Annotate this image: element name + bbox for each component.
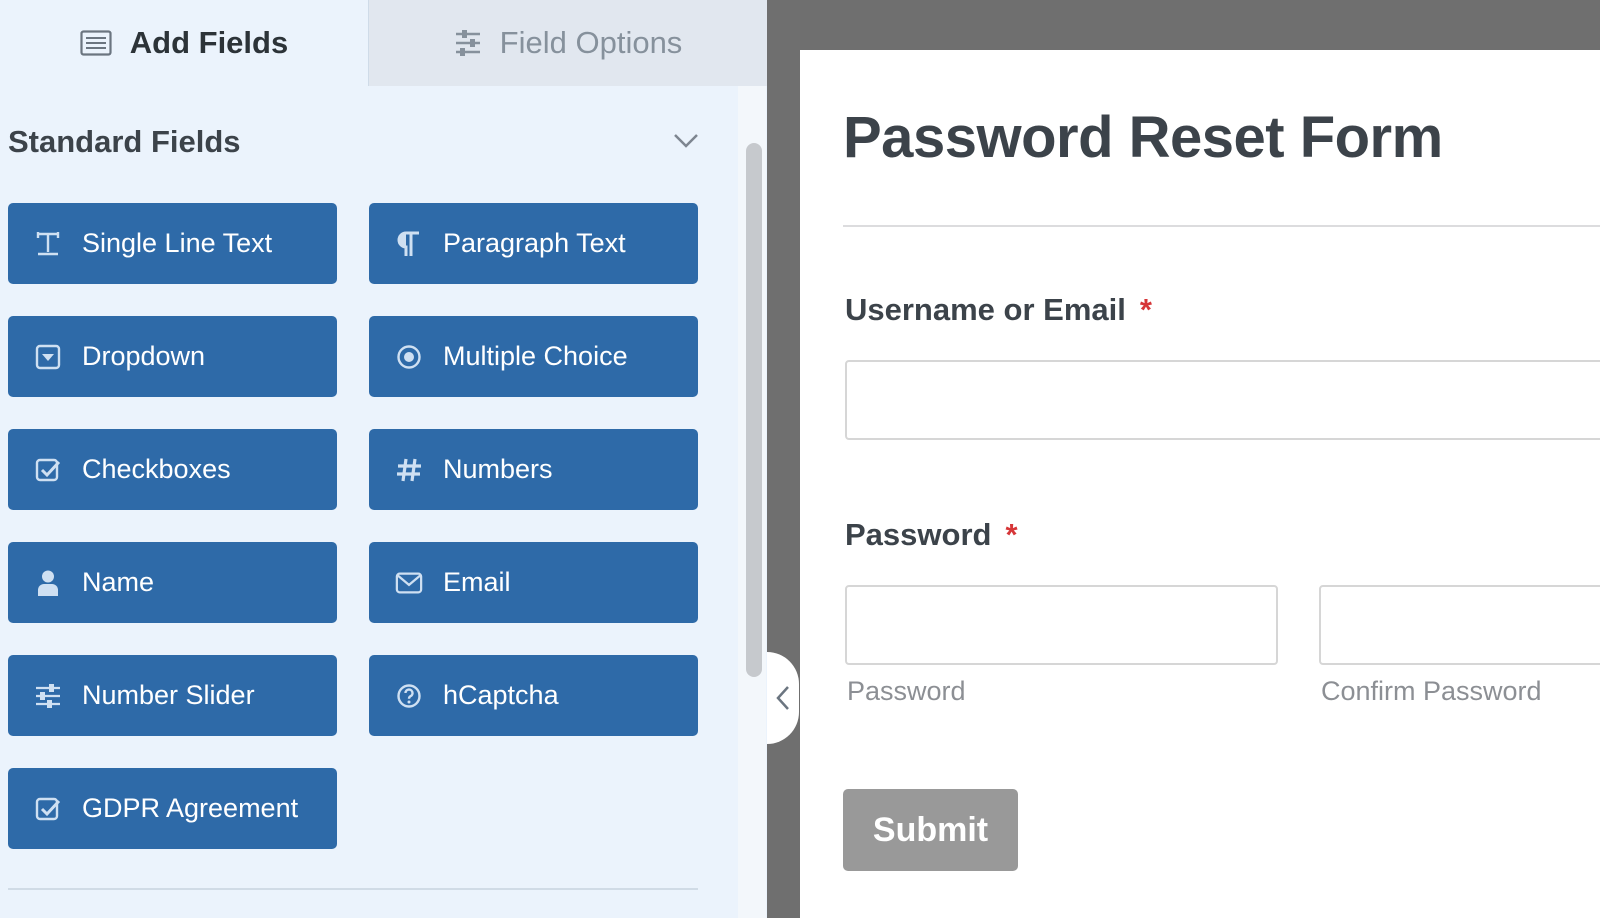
field-button-hcaptcha[interactable]: hCaptcha bbox=[369, 655, 698, 736]
confirm-password-sublabel: Confirm Password bbox=[1321, 676, 1542, 706]
username-label-text: Username or Email bbox=[845, 292, 1126, 327]
field-button-name[interactable]: Name bbox=[8, 542, 337, 623]
field-button-label: Numbers bbox=[443, 454, 553, 484]
field-button-email[interactable]: Email bbox=[369, 542, 698, 623]
form-title: Password Reset Form bbox=[843, 105, 1443, 170]
password-sublabel: Password bbox=[847, 676, 966, 706]
username-input[interactable] bbox=[845, 360, 1600, 440]
field-button-label: Single Line Text bbox=[82, 228, 273, 258]
field-button-paragraph-text[interactable]: Paragraph Text bbox=[369, 203, 698, 284]
section-divider bbox=[8, 888, 698, 890]
checkbox-icon bbox=[34, 456, 62, 484]
field-button-label: Checkboxes bbox=[82, 454, 231, 484]
field-button-checkboxes[interactable]: Checkboxes bbox=[8, 429, 337, 510]
field-button-label: Number Slider bbox=[82, 680, 255, 710]
field-button-numbers[interactable]: Numbers bbox=[369, 429, 698, 510]
field-button-number-slider[interactable]: Number Slider bbox=[8, 655, 337, 736]
scrollbar-thumb[interactable] bbox=[746, 143, 762, 677]
radio-icon bbox=[395, 343, 423, 371]
hash-icon bbox=[395, 456, 423, 484]
submit-button[interactable]: Submit bbox=[843, 789, 1018, 871]
password-input[interactable] bbox=[845, 585, 1278, 665]
field-button-multiple-choice[interactable]: Multiple Choice bbox=[369, 316, 698, 397]
username-label: Username or Email * bbox=[845, 292, 1152, 328]
collapse-panel-button[interactable] bbox=[767, 652, 799, 744]
list-icon bbox=[80, 30, 112, 56]
password-label: Password * bbox=[845, 517, 1018, 553]
form-title-divider bbox=[843, 225, 1600, 227]
question-circle-icon bbox=[395, 682, 423, 710]
field-button-label: Multiple Choice bbox=[443, 341, 628, 371]
checkbox-icon bbox=[34, 795, 62, 823]
field-button-label: GDPR Agreement bbox=[82, 793, 299, 823]
password-label-text: Password bbox=[845, 517, 992, 552]
field-button-label: hCaptcha bbox=[443, 680, 559, 710]
tab-field-options[interactable]: Field Options bbox=[369, 0, 767, 86]
tab-field-options-label: Field Options bbox=[499, 25, 683, 60]
required-mark: * bbox=[1005, 517, 1018, 552]
field-button-label: Dropdown bbox=[82, 341, 206, 371]
sliders-icon bbox=[455, 30, 480, 56]
field-button-single-line-text[interactable]: Single Line Text bbox=[8, 203, 337, 284]
chevron-left-icon bbox=[776, 686, 789, 710]
dropdown-icon bbox=[34, 343, 62, 371]
section-title: Standard Fields bbox=[8, 124, 241, 159]
sliders-icon bbox=[34, 682, 62, 710]
text-cursor-icon bbox=[34, 230, 62, 258]
field-button-label: Paragraph Text bbox=[443, 228, 626, 258]
required-mark: * bbox=[1139, 292, 1152, 327]
confirm-password-input[interactable] bbox=[1319, 585, 1600, 665]
paragraph-icon bbox=[395, 230, 423, 258]
field-button-label: Name bbox=[82, 567, 155, 597]
field-button-label: Email bbox=[443, 567, 511, 597]
tab-add-fields[interactable]: Add Fields bbox=[0, 0, 369, 86]
tab-add-fields-label: Add Fields bbox=[129, 25, 289, 60]
chevron-down-icon[interactable] bbox=[672, 132, 700, 150]
field-button-dropdown[interactable]: Dropdown bbox=[8, 316, 337, 397]
envelope-icon bbox=[395, 569, 423, 597]
form-preview bbox=[800, 50, 1600, 918]
panel-tabs: Add Fields Field Options bbox=[0, 0, 767, 86]
field-panel: Add Fields Field Options Standard Fields… bbox=[0, 0, 767, 918]
user-icon bbox=[34, 569, 62, 597]
field-button-gdpr-agreement[interactable]: GDPR Agreement bbox=[8, 768, 337, 849]
